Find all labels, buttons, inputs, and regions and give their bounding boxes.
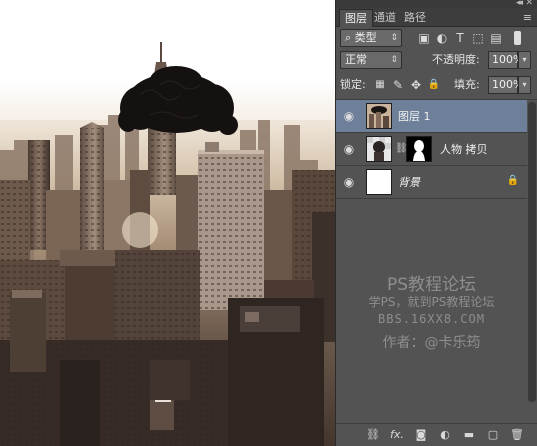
eye-icon[interactable]: ◉	[342, 109, 356, 123]
blend-mode-select[interactable]: 正常 ⇕	[340, 51, 402, 69]
tab-channels[interactable]: 通道	[369, 9, 401, 26]
chevron-updown-icon: ⇕	[390, 33, 398, 43]
eye-icon[interactable]: ◉	[342, 142, 356, 156]
watermark-subtitle: 学PS，就到PS教程论坛	[368, 295, 495, 309]
opacity-dropdown-button[interactable]: ▾	[518, 51, 531, 69]
blend-mode-label: 正常	[345, 53, 367, 66]
layer-thumbnail	[366, 169, 392, 195]
filter-kind-select[interactable]: ⌕ 类型 ⇕	[340, 29, 402, 47]
panel-menu-icon[interactable]: ≡	[523, 11, 532, 24]
filter-toggle-switch[interactable]	[514, 31, 521, 45]
layer-row-3[interactable]: ◉ 背景 🔒	[336, 166, 527, 199]
panel-tabbar: 图层 通道 路径 ≡	[336, 8, 537, 27]
lock-transparent-icon[interactable]: ▦	[372, 77, 388, 93]
filter-type-icon[interactable]: T	[452, 30, 468, 46]
city-skyline-image	[0, 42, 335, 446]
lock-icon: 🔒	[506, 175, 519, 186]
panel-footer: ⛓ fx. ◙ ◐ ▬ ▢ 🗑	[336, 423, 537, 446]
fill-dropdown-button[interactable]: ▾	[518, 76, 531, 94]
fill-label: 填充:	[454, 78, 480, 91]
search-icon: ⌕	[345, 31, 355, 44]
fx-icon[interactable]: fx.	[388, 427, 406, 443]
link-layers-icon[interactable]: ⛓	[364, 427, 382, 443]
tab-paths[interactable]: 路径	[399, 9, 431, 26]
filter-kind-label: 类型	[354, 31, 377, 44]
city-thumbnail-icon	[367, 104, 391, 128]
eye-icon[interactable]: ◉	[342, 175, 356, 189]
filter-shape-icon[interactable]: ⬚	[470, 30, 486, 46]
layers-panel: ◂◂ ✕ 图层 通道 路径 ≡ ⌕ 类型 ⇕ ▣ ◐ T ⬚ ▤ 正常 ⇕ 不透…	[335, 0, 537, 446]
mask-silhouette-icon	[407, 137, 431, 161]
person-thumbnail-icon	[367, 137, 391, 161]
watermark-url: BBS.16XX8.COM	[378, 312, 485, 326]
layer-name: 图层 1	[398, 110, 431, 123]
layer-row-2[interactable]: ◉ ⛓ 人物 拷贝	[336, 133, 527, 166]
layer-list-scrollbar[interactable]	[528, 102, 536, 402]
trash-icon[interactable]: 🗑	[508, 427, 526, 443]
new-group-icon[interactable]: ▬	[460, 427, 478, 443]
add-mask-icon[interactable]: ◙	[412, 427, 430, 443]
blend-row: 正常 ⇕ 不透明度: 100% ▾	[336, 51, 537, 75]
layer-row-1[interactable]: ◉ 图层 1	[336, 100, 527, 133]
new-layer-icon[interactable]: ▢	[484, 427, 502, 443]
canvas-photo[interactable]	[0, 0, 335, 446]
lock-all-icon[interactable]: 🔒	[426, 77, 442, 93]
layer-name: 背景	[398, 176, 420, 189]
layer-thumbnail	[366, 103, 392, 129]
layer-thumbnail	[366, 136, 392, 162]
adjustment-layer-icon[interactable]: ◐	[436, 427, 454, 443]
watermark-title: PS教程论坛	[386, 275, 477, 295]
filter-adjust-icon[interactable]: ◐	[434, 30, 450, 46]
layer-mask-thumbnail[interactable]	[406, 136, 432, 162]
layer-list: ◉ 图层 1 ◉ ⛓ 人物 拷贝 ◉ 背景 🔒 PS教程论坛 学PS，就到PS教…	[336, 99, 537, 425]
opacity-label: 不透明度:	[432, 53, 480, 66]
watermark-author: 作者：@卡乐筠	[382, 335, 481, 351]
filter-smartobj-icon[interactable]: ▤	[488, 30, 504, 46]
lock-row: 锁定: ▦ ✎ ✥ 🔒 填充: 100% ▾	[336, 76, 537, 100]
filter-row: ⌕ 类型 ⇕ ▣ ◐ T ⬚ ▤	[336, 29, 537, 53]
opacity-input[interactable]: 100%	[488, 51, 523, 69]
lock-move-icon[interactable]: ✥	[408, 77, 424, 93]
close-icon[interactable]: ✕	[525, 0, 533, 8]
filter-pixel-icon[interactable]: ▣	[416, 30, 432, 46]
lock-label: 锁定:	[340, 78, 366, 91]
panel-title-strip: ◂◂ ✕	[336, 0, 537, 8]
layer-name: 人物 拷贝	[440, 143, 488, 156]
lock-brush-icon[interactable]: ✎	[390, 77, 406, 93]
fill-input[interactable]: 100%	[488, 76, 523, 94]
chevron-updown-icon: ⇕	[390, 55, 398, 65]
tab-layers[interactable]: 图层	[339, 9, 373, 27]
collapse-panel-icon[interactable]: ◂◂	[516, 0, 523, 8]
